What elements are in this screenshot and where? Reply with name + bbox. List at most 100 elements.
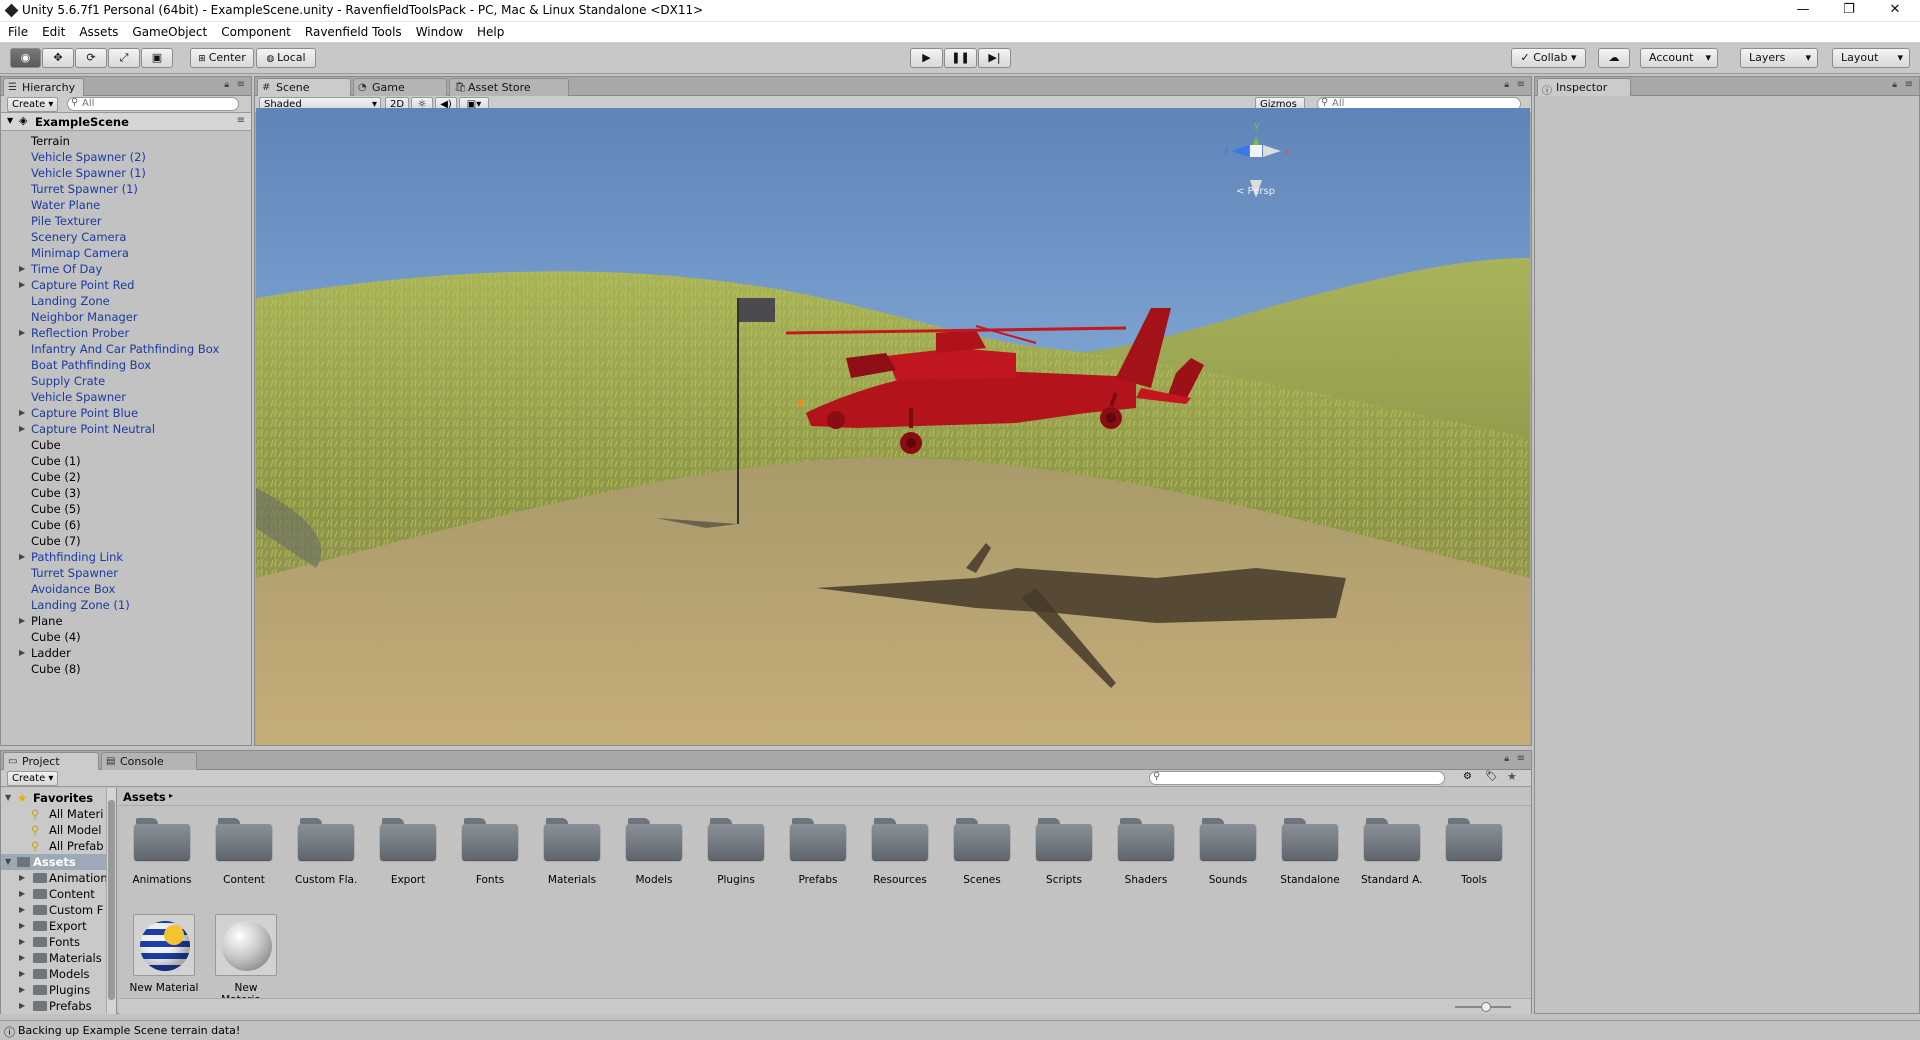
favorite-star-icon[interactable]: ★ bbox=[1507, 770, 1517, 783]
tab-asset-store[interactable]: 🛍︎ Asset Store bbox=[449, 78, 569, 96]
persp-label[interactable]: < Persp bbox=[1236, 186, 1275, 197]
material-item[interactable]: New Material bbox=[129, 914, 199, 994]
scene-menu-icon[interactable]: ≡ bbox=[237, 115, 245, 126]
hierarchy-item[interactable]: Pile Texturer bbox=[1, 213, 251, 229]
favorite-item[interactable]: ⚲ All Materi bbox=[1, 806, 116, 822]
asset-folder-row[interactable]: ▶ Plugins bbox=[1, 982, 116, 998]
expand-arrow-icon[interactable]: ▶ bbox=[19, 982, 25, 998]
step-button[interactable]: ▶| bbox=[978, 48, 1011, 68]
rect-tool-button[interactable]: ▣ bbox=[141, 48, 173, 68]
hierarchy-item[interactable]: Scenery Camera bbox=[1, 229, 251, 245]
expand-arrow-icon[interactable]: ▶ bbox=[19, 613, 25, 629]
move-tool-button[interactable]: ✥ bbox=[42, 48, 74, 68]
view-tool-button[interactable]: ◉ bbox=[10, 48, 41, 68]
asset-folder[interactable]: Standard A... bbox=[1361, 816, 1423, 886]
asset-folder[interactable]: Content bbox=[213, 816, 275, 886]
hierarchy-item[interactable]: ▶ Reflection Prober bbox=[1, 325, 251, 341]
minimize-button[interactable]: — bbox=[1780, 0, 1826, 22]
hierarchy-item[interactable]: Minimap Camera bbox=[1, 245, 251, 261]
asset-folder[interactable]: Scenes bbox=[951, 816, 1013, 886]
panel-menu-icon[interactable]: ≡ bbox=[1517, 79, 1525, 90]
expand-arrow-icon[interactable]: ▶ bbox=[19, 998, 25, 1014]
expand-arrow-icon[interactable]: ▼ bbox=[5, 790, 11, 806]
expand-arrow-icon[interactable]: ▶ bbox=[19, 918, 25, 934]
panel-menu-icon[interactable]: ≡ bbox=[237, 79, 245, 90]
tab-game[interactable]: ◔ Game bbox=[353, 78, 447, 96]
hierarchy-item[interactable]: Cube (6) bbox=[1, 517, 251, 533]
hierarchy-create-button[interactable]: Create ▾ bbox=[7, 97, 59, 112]
expand-arrow-icon[interactable]: ▼ bbox=[7, 116, 13, 125]
hierarchy-item[interactable]: ▶ Plane bbox=[1, 613, 251, 629]
favorites-row[interactable]: ▼ ★ Favorites bbox=[1, 790, 116, 806]
hierarchy-item[interactable]: ▶ Ladder bbox=[1, 645, 251, 661]
hierarchy-item[interactable]: ▶ Capture Point Red bbox=[1, 277, 251, 293]
hierarchy-item[interactable]: Cube (7) bbox=[1, 533, 251, 549]
lock-icon[interactable]: 🔒︎ bbox=[224, 80, 229, 90]
asset-folder[interactable]: Prefabs bbox=[787, 816, 849, 886]
lock-icon[interactable]: 🔒︎ bbox=[1504, 754, 1509, 764]
menu-component[interactable]: Component bbox=[213, 22, 297, 39]
pause-button[interactable]: ❚❚ bbox=[944, 48, 977, 68]
scale-tool-button[interactable]: ⤢ bbox=[108, 48, 140, 68]
asset-folder[interactable]: Materials bbox=[541, 816, 603, 886]
asset-folder-row[interactable]: ▶ Materials bbox=[1, 950, 116, 966]
expand-arrow-icon[interactable]: ▶ bbox=[19, 261, 25, 277]
asset-folder[interactable]: Plugins bbox=[705, 816, 767, 886]
menu-window[interactable]: Window bbox=[408, 22, 469, 39]
lock-icon[interactable]: 🔒︎ bbox=[1504, 80, 1509, 90]
hierarchy-item[interactable]: Water Plane bbox=[1, 197, 251, 213]
hierarchy-item[interactable]: Vehicle Spawner (1) bbox=[1, 165, 251, 181]
tab-project[interactable]: ▭ Project bbox=[3, 752, 99, 770]
asset-folder[interactable]: Sounds bbox=[1197, 816, 1259, 886]
hierarchy-item[interactable]: Avoidance Box bbox=[1, 581, 251, 597]
hierarchy-item[interactable]: ▶ Time Of Day bbox=[1, 261, 251, 277]
close-button[interactable]: ✕ bbox=[1872, 0, 1918, 22]
tab-console[interactable]: ▤ Console bbox=[101, 752, 197, 770]
collab-button[interactable]: ✓ Collab ▾ bbox=[1511, 48, 1586, 68]
panel-menu-icon[interactable]: ≡ bbox=[1517, 753, 1525, 764]
hierarchy-item[interactable]: Vehicle Spawner bbox=[1, 389, 251, 405]
project-search-input[interactable] bbox=[1149, 771, 1445, 785]
expand-arrow-icon[interactable]: ▶ bbox=[19, 325, 25, 341]
hierarchy-item[interactable]: ▶ Capture Point Neutral bbox=[1, 421, 251, 437]
asset-folder-row[interactable]: ▶ Custom F bbox=[1, 902, 116, 918]
pivot-center-button[interactable]: ⊞ Center bbox=[190, 48, 254, 68]
expand-arrow-icon[interactable]: ▶ bbox=[19, 645, 25, 661]
asset-folder-row[interactable]: ▶ Animation bbox=[1, 870, 116, 886]
scene-viewport[interactable]: y z x < Persp bbox=[256, 108, 1530, 745]
maximize-button[interactable]: ❐ bbox=[1826, 0, 1872, 22]
tab-hierarchy[interactable]: ☰ Hierarchy bbox=[3, 78, 85, 96]
asset-folder-row[interactable]: ▶ Fonts bbox=[1, 934, 116, 950]
menu-ravenfield-tools[interactable]: Ravenfield Tools bbox=[297, 22, 408, 39]
hierarchy-item[interactable]: Vehicle Spawner (2) bbox=[1, 149, 251, 165]
tab-inspector[interactable]: ⓘ Inspector bbox=[1537, 78, 1631, 97]
expand-arrow-icon[interactable]: ▶ bbox=[19, 902, 25, 918]
project-create-button[interactable]: Create ▾ bbox=[7, 771, 59, 786]
zoom-slider-handle[interactable] bbox=[1481, 1002, 1491, 1012]
menu-help[interactable]: Help bbox=[469, 22, 510, 39]
hierarchy-item[interactable]: Cube (4) bbox=[1, 629, 251, 645]
filter-type-icon[interactable]: ⚙ bbox=[1463, 771, 1472, 782]
layers-dropdown[interactable]: Layers ▾ bbox=[1740, 48, 1818, 68]
expand-arrow-icon[interactable]: ▼ bbox=[5, 854, 11, 870]
asset-folder[interactable]: Export bbox=[377, 816, 439, 886]
material-item[interactable]: New Materia... bbox=[211, 914, 281, 1006]
tree-scrollbar-thumb[interactable] bbox=[108, 800, 115, 1000]
assets-row[interactable]: ▼ Assets bbox=[1, 854, 116, 870]
expand-arrow-icon[interactable]: ▶ bbox=[19, 870, 25, 886]
tab-scene[interactable]: # Scene bbox=[257, 78, 351, 96]
filter-label-icon[interactable]: 🏷︎ bbox=[1485, 771, 1498, 782]
expand-arrow-icon[interactable]: ▶ bbox=[19, 421, 25, 437]
hierarchy-item[interactable]: ▶ Pathfinding Link bbox=[1, 549, 251, 565]
asset-folder-row[interactable]: ▶ Content bbox=[1, 886, 116, 902]
hierarchy-item[interactable]: Cube (8) bbox=[1, 661, 251, 677]
asset-folder[interactable]: Fonts bbox=[459, 816, 521, 886]
hierarchy-item[interactable]: Turret Spawner (1) bbox=[1, 181, 251, 197]
hierarchy-item[interactable]: Cube bbox=[1, 437, 251, 453]
breadcrumb[interactable]: Assets bbox=[123, 790, 166, 804]
expand-arrow-icon[interactable]: ▶ bbox=[19, 934, 25, 950]
asset-folder[interactable]: Scripts bbox=[1033, 816, 1095, 886]
hierarchy-item[interactable]: Turret Spawner bbox=[1, 565, 251, 581]
asset-folder-row[interactable]: ▶ Prefabs bbox=[1, 998, 116, 1014]
menu-edit[interactable]: Edit bbox=[34, 22, 71, 39]
